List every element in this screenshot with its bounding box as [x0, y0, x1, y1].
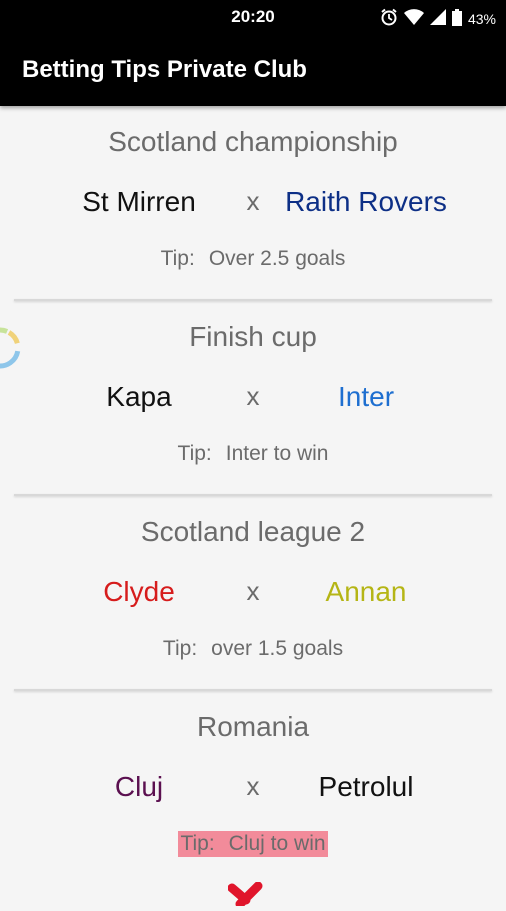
app-title: Betting Tips Private Club [22, 56, 307, 83]
loading-spinner-icon [0, 326, 22, 370]
tip-value: over 1.5 goals [211, 637, 344, 660]
alarm-icon [380, 8, 398, 29]
match-card[interactable]: Romania Cluj x Petrolul Tip: Cluj to win [0, 691, 506, 886]
tip-label: Tip: [180, 832, 215, 855]
tip-value: Cluj to win [228, 832, 326, 855]
tip-label: Tip: [162, 637, 198, 660]
match-card[interactable]: Finish cup Kapa x Inter Tip: Inter to win [0, 301, 506, 496]
match-card[interactable]: Scotland championship St Mirren x Raith … [0, 106, 506, 301]
away-team: Inter [337, 381, 395, 412]
status-bar: 20:20 43% [0, 0, 506, 34]
battery-icon [451, 8, 462, 29]
league-title: Scotland championship [108, 126, 398, 157]
signal-icon [429, 9, 446, 28]
tip-value: Inter to win [225, 442, 329, 465]
league-title: Finish cup [189, 321, 317, 352]
league-title: Romania [196, 711, 310, 742]
league-title: Scotland league 2 [140, 516, 366, 547]
tip-value: Over 2.5 goals [208, 247, 346, 270]
tip-text: Tip: Inter to win [176, 441, 331, 467]
tip-text: Tip: Over 2.5 goals [159, 246, 348, 272]
tip-text: Tip: over 1.5 goals [161, 636, 345, 662]
battery-percent: 43% [467, 10, 496, 27]
tip-text: Tip: Cluj to win [178, 831, 328, 857]
away-team: Raith Rovers [285, 186, 447, 217]
wifi-icon [403, 9, 424, 28]
away-team: Annan [325, 576, 407, 607]
tip-label: Tip: [177, 442, 212, 465]
status-icons: 43% [380, 8, 496, 29]
red-x-mark-icon [227, 881, 272, 909]
away-team: Petrolul [318, 771, 414, 802]
app-bar: Betting Tips Private Club [0, 34, 506, 106]
match-list[interactable]: Scotland championship St Mirren x Raith … [0, 106, 506, 886]
tip-label: Tip: [160, 247, 195, 270]
match-card[interactable]: Scotland league 2 Clyde x Annan Tip: over… [0, 496, 506, 691]
